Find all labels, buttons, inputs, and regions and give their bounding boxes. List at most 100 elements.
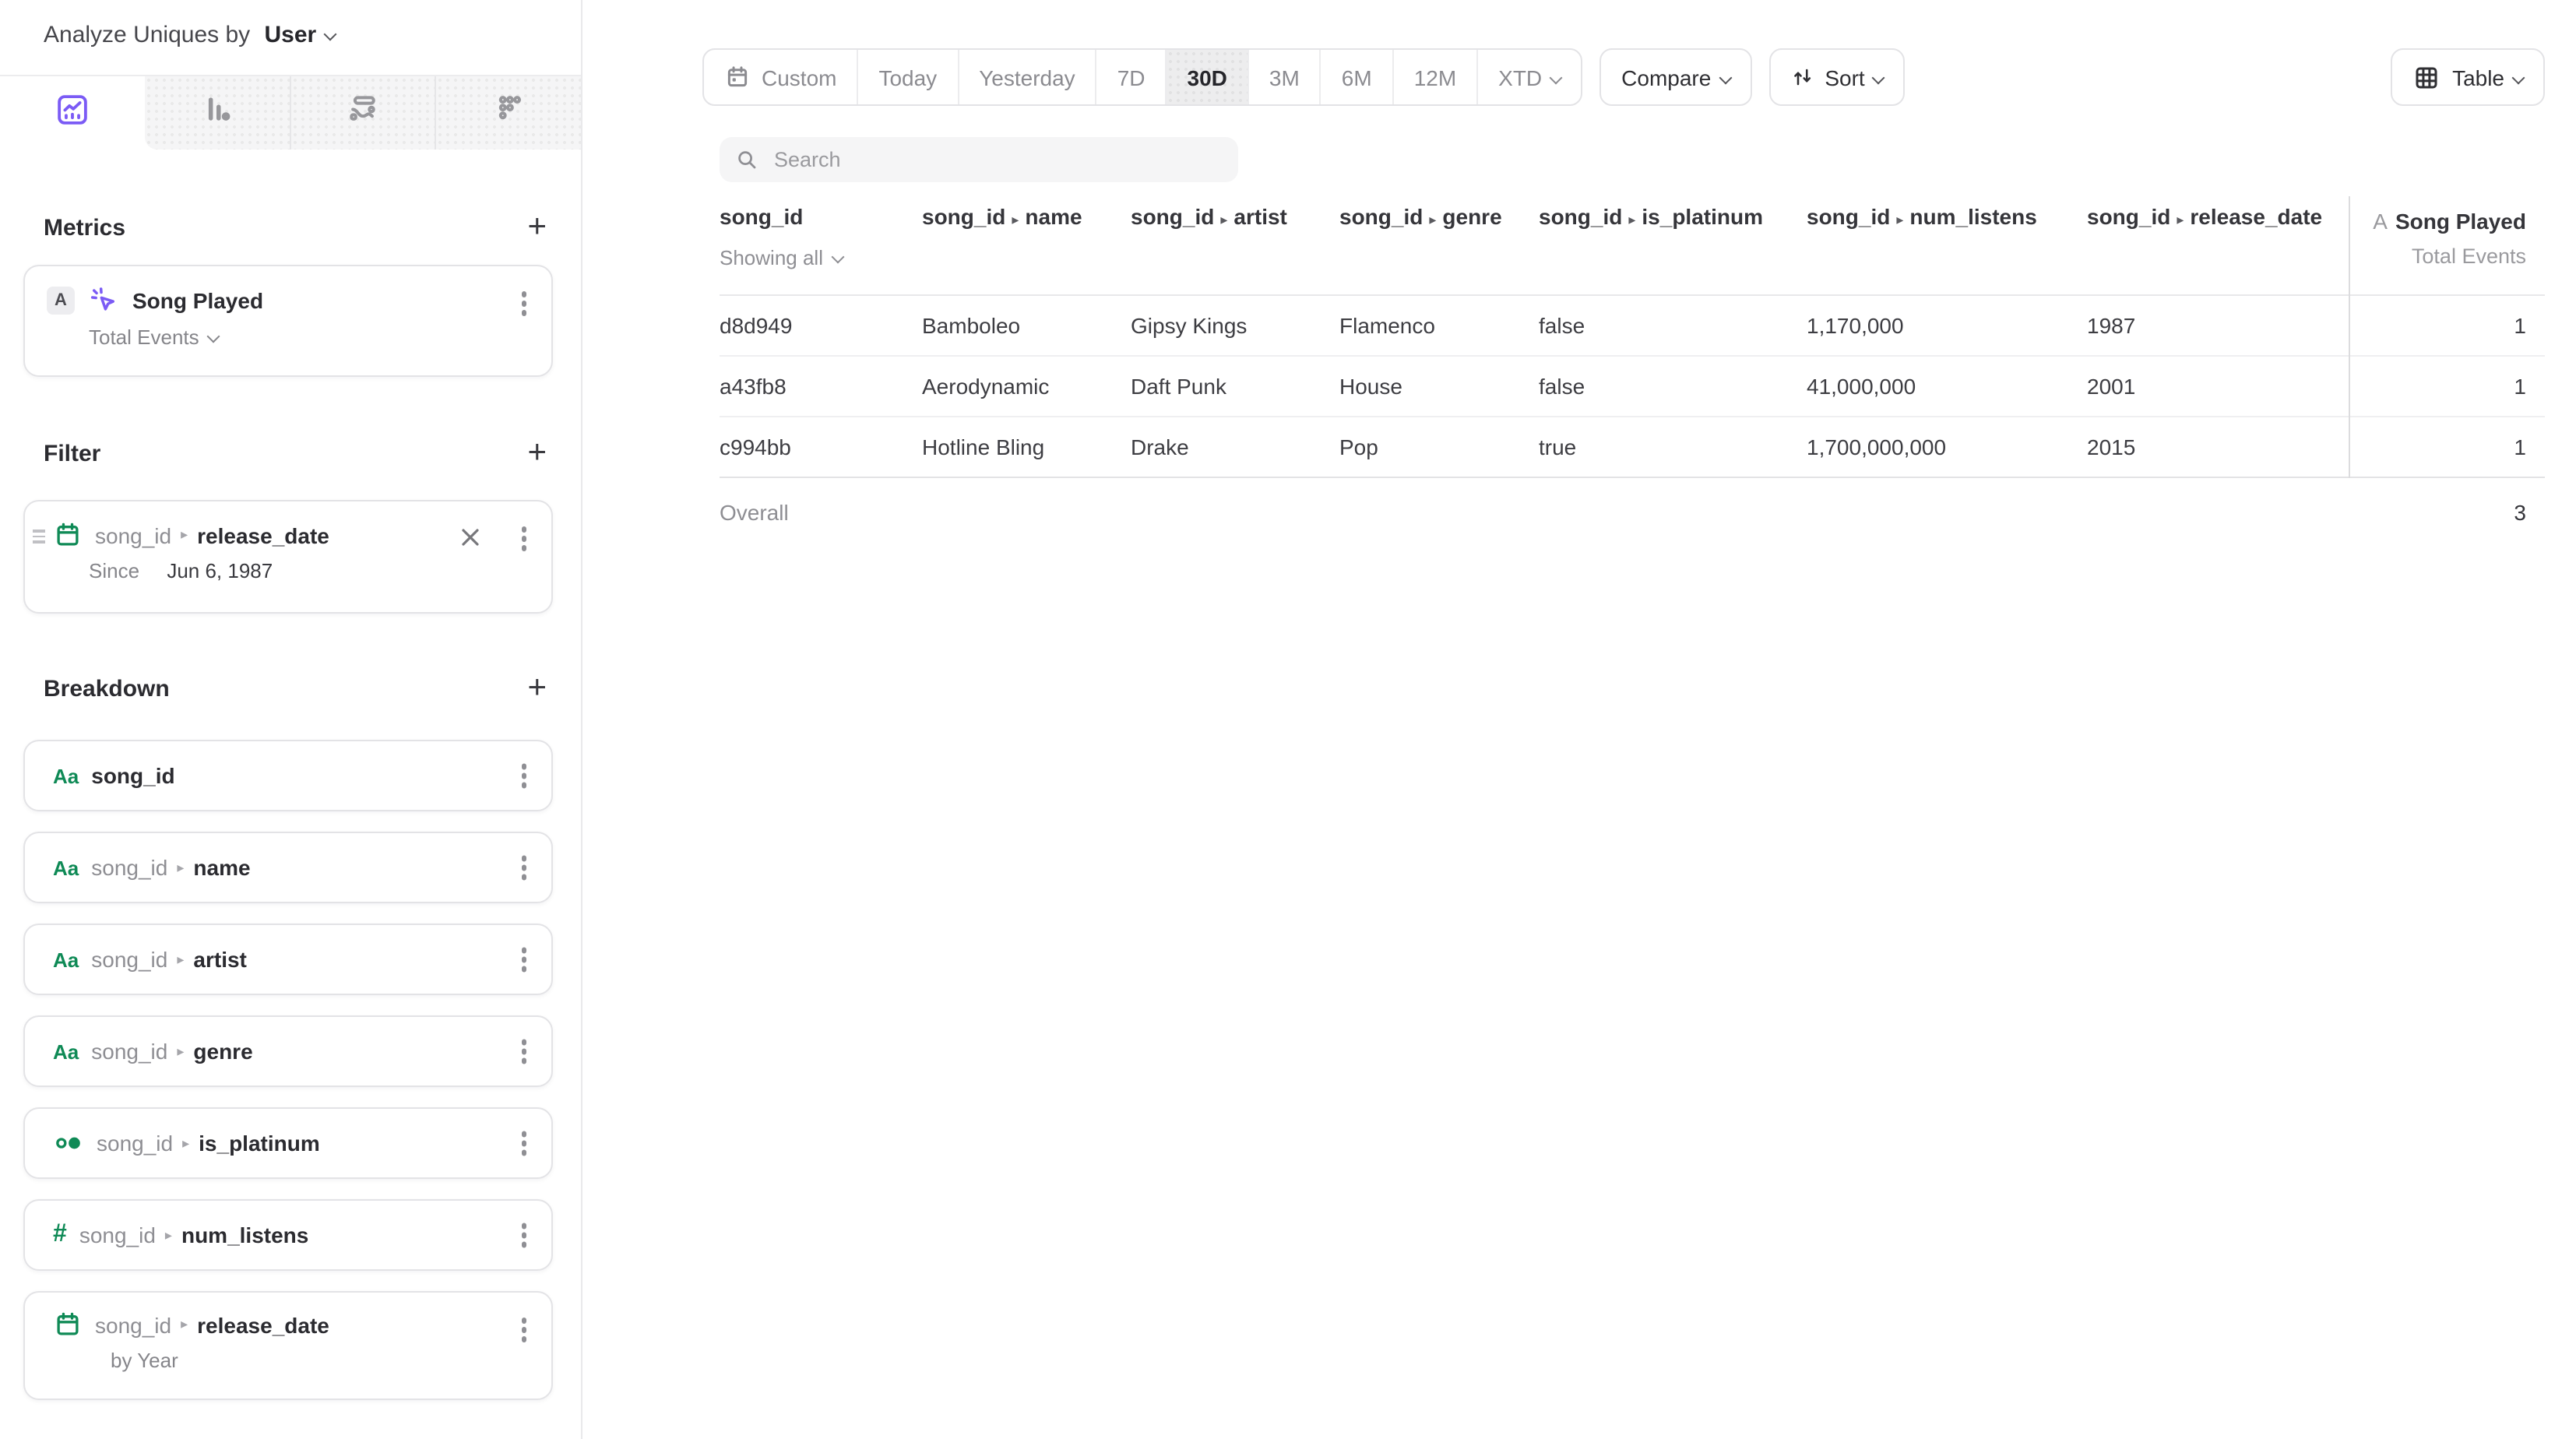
cell-genre: House [1339,374,1539,399]
range-6m[interactable]: 6M [1321,50,1394,104]
breakdown-bucket[interactable]: by Year [111,1349,530,1372]
metrics-heading: Metrics [44,214,125,241]
column-header[interactable]: song_id Showing all [720,196,922,269]
cell-num-listens: 1,700,000,000 [1807,435,2087,459]
calendar-icon [53,1310,83,1339]
breakdown-card[interactable]: Aa song_id ▸ genre [23,1015,553,1087]
breakdown-options-menu[interactable] [518,761,530,791]
add-filter-button[interactable]: + [521,439,553,467]
showing-all-dropdown[interactable]: Showing all [720,246,922,269]
breakdown-card[interactable]: Aa song_id ▸ artist [23,924,553,995]
metric-measure-dropdown[interactable]: Total Events [89,325,551,349]
event-click-icon [87,283,120,316]
arrow-right-icon: ▸ [165,1226,172,1244]
range-custom[interactable]: Custom [704,50,858,104]
compare-button[interactable]: Compare [1599,48,1751,106]
chevron-down-icon [2512,71,2525,84]
cell-num-listens: 1,170,000 [1807,313,2087,338]
chevron-down-icon [1550,71,1563,84]
range-7d[interactable]: 7D [1097,50,1167,104]
remove-filter-icon[interactable] [458,523,483,558]
arrow-right-icon: ▸ [177,1043,184,1060]
breakdown-property-name: is_platinum [199,1131,320,1156]
breakdown-card[interactable]: Aa song_id [23,740,553,811]
metric-column-divider [2349,196,2350,478]
arrow-right-icon: ▸ [177,951,184,968]
chevron-down-icon [1719,71,1732,84]
range-xtd[interactable]: XTD [1478,50,1581,104]
arrow-right-icon: ▸ [1896,212,1903,227]
line-chart-icon [55,91,90,135]
breakdown-options-menu[interactable] [518,1128,530,1159]
filter-value[interactable]: Jun 6, 1987 [167,559,273,582]
add-metric-button[interactable]: + [521,213,553,241]
range-3m[interactable]: 3M [1249,50,1321,104]
tab-retention[interactable] [435,76,582,150]
metric-card[interactable]: A Song Played Total Events [23,265,553,377]
date-range-control: Custom Today Yesterday 7D 30D 3M 6M 12M … [702,48,1582,106]
tab-insights[interactable] [0,76,145,150]
metric-options-menu[interactable] [518,288,530,318]
add-breakdown-button[interactable]: + [521,674,553,702]
analysis-title-prefix: Analyze Uniques by [44,22,250,48]
tab-flows[interactable] [289,76,435,150]
cell-metric-value: 1 [2349,435,2545,459]
filter-section-head: Filter + [44,438,553,469]
breakdown-card[interactable]: Aa song_id ▸ name [23,832,553,903]
breakdown-property-name: num_listens [181,1223,308,1247]
column-header[interactable]: song_id▸name [922,196,1131,229]
cell-name: Hotline Bling [922,435,1131,459]
sort-button[interactable]: Sort [1768,48,1905,106]
column-header[interactable]: song_id▸num_listens [1807,196,2087,229]
chevron-down-icon [1872,71,1885,84]
filter-options-menu[interactable] [518,523,530,554]
column-header[interactable]: song_id▸artist [1131,196,1339,229]
column-header[interactable]: song_id▸genre [1339,196,1539,229]
breakdown-options-menu[interactable] [518,853,530,883]
breakdown-options-menu[interactable] [518,1220,530,1251]
breakdown-property-name: song_id [91,763,174,788]
metric-event-name: Song Played [132,287,263,312]
filter-card[interactable]: song_id ▸ release_date Since Jun 6, 1987 [23,500,553,614]
arrow-right-icon: ▸ [181,526,188,544]
overall-row: Overall 3 [720,477,2545,547]
filter-operator[interactable]: Since [89,559,139,582]
breakdown-card[interactable]: # song_id ▸ num_listens [23,1199,553,1271]
entity-dropdown[interactable]: User [265,22,336,48]
cell-artist: Drake [1131,435,1339,459]
search-input[interactable] [771,146,1223,173]
cell-song-id: d8d949 [720,313,922,338]
range-today[interactable]: Today [858,50,959,104]
cell-genre: Flamenco [1339,313,1539,338]
bar-chart-icon [199,92,234,134]
drag-handle-icon[interactable] [33,530,45,543]
column-header[interactable]: song_id▸is_platinum [1539,196,1807,229]
results-table: song_id Showing all song_id▸name song_id… [720,196,2545,547]
metric-column-header[interactable]: ASong Played Total Events [2349,196,2545,268]
table-row: c994bb Hotline Bling Drake Pop true 1,70… [720,417,2545,478]
breakdown-card[interactable]: song_id ▸ release_date by Year [23,1291,553,1400]
arrow-right-icon: ▸ [1012,212,1019,227]
breakdown-property-name: name [193,855,250,880]
cell-is-platinum: false [1539,313,1807,338]
column-header[interactable]: song_id▸release_date [2087,196,2349,229]
breakdown-options-menu[interactable] [518,1036,530,1067]
table-search[interactable] [720,137,1238,182]
range-12m[interactable]: 12M [1394,50,1478,104]
breakdown-options-menu[interactable] [518,1314,530,1345]
breakdown-card[interactable]: song_id ▸ is_platinum [23,1107,553,1179]
overall-value: 3 [2349,500,2545,525]
arrow-right-icon: ▸ [181,1316,188,1333]
boolean-property-icon [53,1128,84,1159]
metric-letter-badge: A [47,286,75,314]
range-30d[interactable]: 30D [1167,50,1249,104]
visualization-tabs [0,75,581,150]
text-property-icon: Aa [53,948,79,971]
calendar-icon [724,64,751,90]
cell-name: Aerodynamic [922,374,1131,399]
breakdown-options-menu[interactable] [518,945,530,975]
tab-funnels[interactable] [145,76,290,150]
number-property-icon: # [53,1221,67,1249]
chart-type-button[interactable]: Table [2390,48,2545,106]
range-yesterday[interactable]: Yesterday [959,50,1097,104]
